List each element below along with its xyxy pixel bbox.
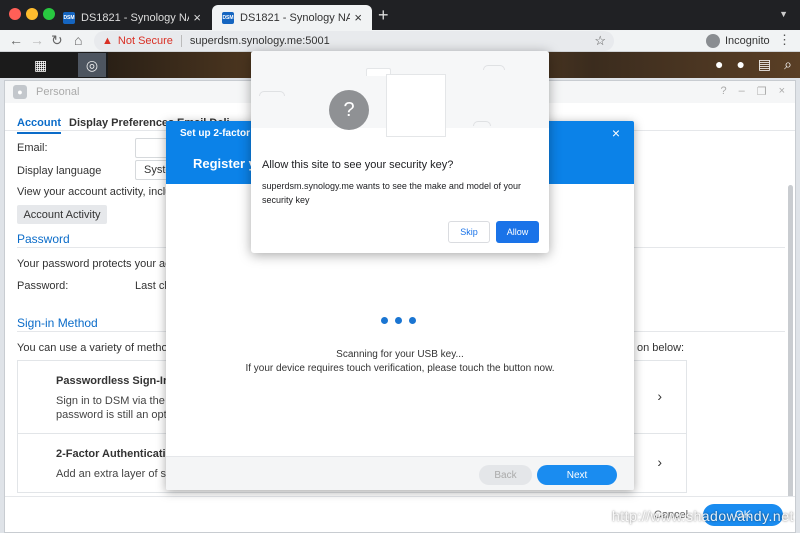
signin-description: You can use a variety of methods t [17,342,186,354]
incognito-icon [706,34,720,48]
chat-icon[interactable]: ● [715,56,723,73]
security-status[interactable]: Not Secure [118,35,173,47]
scrollbar[interactable] [788,185,793,505]
loading-dot [381,317,388,324]
window-minimize-button[interactable] [26,8,38,20]
email-label: Email: [17,142,48,154]
display-language-label: Display language [17,165,102,177]
method-title: Passwordless Sign-In [56,375,170,387]
close-icon[interactable]: × [612,125,620,141]
apps-grid-icon[interactable]: ▦ [34,57,47,74]
user-icon[interactable]: ● [736,56,744,73]
activity-text: View your account activity, includin [17,186,186,198]
tab-account[interactable]: Account [17,117,61,134]
browser-toolbar: ← → ↻ ⌂ ▲ Not Secure superdsm.synology.m… [0,30,800,52]
window-controls: ? – ❐ × [720,85,785,98]
window-title: Personal [36,86,80,98]
loading-dot [409,317,416,324]
tab-close-icon[interactable]: × [193,10,201,25]
profile-button[interactable]: Incognito [706,31,770,51]
back-button[interactable]: Back [479,465,532,485]
loading-indicator [381,317,416,324]
watermark-text: http://www.shadowandy.net [612,508,794,524]
tab-display-preferences[interactable]: Display Preferences [69,117,174,129]
popup-title: Allow this site to see your security key… [262,159,454,171]
signin-method-title: Sign-in Method [17,316,98,330]
cloud-decoration [259,91,285,96]
search-icon[interactable]: ⌕ [784,56,792,73]
password-label: Password: [17,280,69,292]
password-description: Your password protects your accou [17,258,189,270]
reload-button[interactable]: ↻ [51,32,63,49]
method-description: Add an extra layer of secu [56,468,184,480]
url-text[interactable]: superdsm.synology.me:5001 [190,35,330,47]
profile-label: Incognito [725,35,770,47]
new-tab-button[interactable]: + [378,5,389,26]
dsm-favicon-icon: DSM [222,11,234,24]
card-decoration [386,74,446,137]
touch-instruction: If your device requires touch verificati… [245,363,555,374]
loading-dot [395,317,402,324]
tab-close-icon[interactable]: × [354,10,362,25]
forward-button[interactable]: → [30,32,44,48]
method-description: Sign in to DSM via the Sy [56,395,181,407]
omnibox-divider [180,35,182,47]
allow-button[interactable]: Allow [496,221,539,243]
tab-title: DS1821 - Synology NAS [81,11,189,24]
browser-tab-1[interactable]: DSM DS1821 - Synology NAS × [53,5,211,30]
tab-title: DS1821 - Synology NAS [240,11,351,24]
bookmark-star-icon[interactable]: ☆ [594,33,606,49]
back-button[interactable]: ← [9,32,23,48]
help-icon[interactable]: ? [720,85,726,98]
dsm-favicon-icon: DSM [63,11,75,24]
browser-tab-2[interactable]: DSM DS1821 - Synology NAS × [212,5,372,30]
question-icon: ? [329,90,369,130]
minimize-icon[interactable]: – [739,85,745,98]
home-button[interactable]: ⌂ [74,32,82,48]
taskbar-right-icons: ● ● ▤ ⌕ [715,56,792,73]
signin-description-end: on below: [637,342,685,354]
cloud-decoration [483,65,505,70]
next-button[interactable]: Next [537,465,617,485]
browser-menu-icon[interactable]: ⋮ [778,32,791,48]
warning-icon: ▲ [102,35,113,47]
close-icon[interactable]: × [779,85,785,98]
wizard-step-heading: Register y [193,156,256,171]
maximize-icon[interactable]: ❐ [757,85,767,98]
tab-search-icon[interactable]: ▼ [779,9,788,19]
chevron-right-icon[interactable]: › [657,454,662,470]
cloud-decoration [473,121,491,126]
account-activity-button[interactable]: Account Activity [17,205,107,224]
password-section-title: Password [17,232,70,246]
browser-tab-bar: DSM DS1821 - Synology NAS × DSM DS1821 -… [0,0,800,30]
popup-illustration [251,51,549,137]
method-description: password is still an option [56,409,182,421]
skip-button[interactable]: Skip [448,221,490,243]
window-close-button[interactable] [9,8,21,20]
personal-window-icon: ● [13,85,27,99]
wizard-title: Set up 2-factor [180,128,251,139]
scanning-message: Scanning for your USB key... [336,349,464,360]
address-bar[interactable]: ▲ Not Secure superdsm.synology.me:5001 ☆ [94,31,614,51]
widgets-icon[interactable]: ▤ [758,56,771,73]
chevron-right-icon[interactable]: › [657,388,662,404]
popup-description: superdsm.synology.me wants to see the ma… [262,181,521,205]
method-title: 2-Factor Authentication [56,448,180,460]
security-key-permission-popup: ? Allow this site to see your security k… [251,51,549,253]
wizard-footer: Back Next [166,456,634,490]
personal-app-icon[interactable]: ◎ [78,53,106,77]
